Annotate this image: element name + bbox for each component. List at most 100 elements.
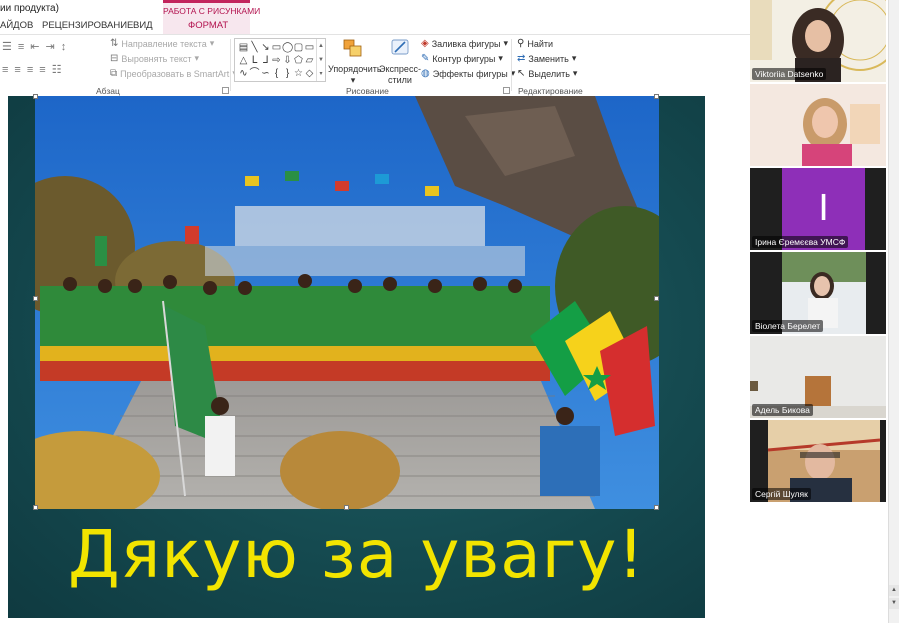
window-title: ии продукта) [0, 3, 59, 14]
quick-styles-icon [391, 39, 409, 55]
tab-format[interactable]: ФОРМАТ [188, 20, 228, 31]
textbox-shape-icon[interactable]: ▤ [238, 41, 249, 54]
shapes-gallery[interactable]: ▤ ╲ ↘ ▭ ◯ ▢ ▭ △ ᒪ ᒧ ⇨ ⇩ ⬠ ▱ ∿ ⌒ ∽ {} ☆ … [234, 38, 326, 82]
tab-view[interactable]: ВИД [133, 20, 153, 31]
participant-tile[interactable]: Віолета Берелет [750, 252, 886, 334]
selection-handle[interactable] [654, 296, 659, 301]
selection-handle[interactable] [654, 505, 659, 510]
participant-tile[interactable]: Viktoriia Datsenko [750, 0, 886, 82]
freeform-shape-icon[interactable]: ⌒ [249, 67, 260, 80]
participant-tile[interactable]: Сергій Шуляк [750, 420, 886, 502]
avatar-letter: I [818, 188, 829, 229]
flowchart-shape-icon[interactable]: ▱ [304, 54, 315, 67]
arrange-icon [343, 39, 362, 57]
brace-right-shape-icon[interactable]: } [282, 67, 293, 80]
bullets-icon[interactable]: ☰ [2, 41, 12, 53]
participants-panel: Viktoriia Datsenko I Ірина Єремєєва УМСФ [750, 0, 899, 623]
scroll-up-icon[interactable]: ▲ [889, 585, 899, 596]
drawing-group-label: Рисование [346, 86, 389, 96]
rectangle-shape-icon[interactable]: ▭ [271, 41, 282, 54]
ribbon: ии продукта) РАБОТА С РИСУНКАМИ АЙДОВ РЕ… [0, 0, 750, 96]
arrow-line-shape-icon[interactable]: ↘ [260, 41, 271, 54]
quick-styles-button[interactable]: Экспресс- стили [379, 38, 421, 86]
align-buttons-row: ≡ ≡ ≡ ≡ ☷ [2, 64, 62, 76]
participant-tile[interactable]: Адель Бикова [750, 336, 886, 418]
columns-icon[interactable]: ☷ [52, 64, 62, 76]
justify-icon[interactable]: ≡ [39, 64, 45, 76]
shapes-grid: ▤ ╲ ↘ ▭ ◯ ▢ ▭ △ ᒪ ᒧ ⇨ ⇩ ⬠ ▱ ∿ ⌒ ∽ {} ☆ … [238, 41, 316, 80]
elbow-shape-icon[interactable]: ᒧ [260, 54, 271, 67]
callout-shape-icon[interactable]: ◇ [304, 67, 315, 80]
numbering-icon[interactable]: ≡ [18, 41, 24, 53]
editing-group-label: Редактирование [518, 86, 583, 96]
right-arrow-shape-icon[interactable]: ⇨ [271, 54, 282, 67]
participant-name: Ірина Єремєєва УМСФ [752, 236, 849, 248]
paragraph-group-label: Абзац [96, 86, 120, 96]
drawing-dialog-launcher[interactable] [503, 87, 510, 94]
replace-button[interactable]: ⇄ Заменить ▾ [517, 53, 576, 64]
cursor-icon: ↖ [517, 68, 526, 79]
text-direction-button[interactable]: ⇅ Направление текста ▾ [110, 38, 214, 49]
align-left-icon[interactable]: ≡ [2, 64, 8, 76]
list-buttons-row: ☰ ≡ ⇤ ⇥ ↕ [2, 41, 66, 53]
scribble-shape-icon[interactable]: ∽ [260, 67, 271, 80]
selection-handle[interactable] [33, 296, 38, 301]
shape-fill-label: Заливка фигуры [431, 38, 501, 49]
triangle-shape-icon[interactable]: △ [238, 54, 249, 67]
thanks-title[interactable]: Дякую за увагу! [8, 516, 705, 593]
selection-handle[interactable] [344, 505, 349, 510]
arrange-button[interactable]: Упорядочить ▾ [328, 38, 382, 86]
rounded-rect-shape-icon[interactable]: ▢ [293, 41, 304, 54]
screen: ии продукта) РАБОТА С РИСУНКАМИ АЙДОВ РЕ… [0, 0, 899, 623]
find-label: Найти [527, 38, 554, 49]
festival-photo-illustration [35, 96, 659, 509]
chevron-down-icon: ▾ [209, 38, 215, 48]
find-button[interactable]: ⚲ Найти [517, 38, 553, 49]
selection-handle[interactable] [654, 94, 659, 99]
shape-outline-button[interactable]: ✎ Контур фигуры ▾ [421, 53, 503, 64]
tab-review[interactable]: РЕЦЕНЗИРОВАНИЕ [42, 20, 133, 31]
line-shape-icon[interactable]: ╲ [249, 41, 260, 54]
more-shape-icon[interactable]: ▭ [304, 41, 315, 54]
slide-area: Дякую за увагу! [0, 94, 750, 623]
replace-label: Заменить [528, 53, 569, 64]
participants-scrollbar[interactable]: ▲ ▼ [888, 0, 899, 623]
star-shape-icon[interactable]: ☆ [293, 67, 304, 80]
slide-photo[interactable] [35, 96, 659, 509]
connector-shape-icon[interactable]: ᒪ [249, 54, 260, 67]
context-group-label: РАБОТА С РИСУНКАМИ [163, 6, 261, 16]
paint-bucket-icon: ◈ [421, 38, 429, 49]
selection-handle[interactable] [33, 505, 38, 510]
brace-left-shape-icon[interactable]: { [271, 67, 282, 80]
align-text-button[interactable]: ⊟ Выровнять текст ▾ [110, 53, 199, 64]
group-separator [230, 39, 231, 91]
line-spacing-icon[interactable]: ↕ [61, 41, 67, 53]
participant-tile[interactable] [750, 84, 886, 166]
effects-icon: ◍ [421, 68, 430, 79]
participant-name: Віолета Берелет [752, 320, 824, 332]
chevron-down-icon: ▾ [350, 75, 356, 85]
decrease-indent-icon[interactable]: ⇤ [30, 41, 39, 53]
tab-slideshow[interactable]: АЙДОВ [0, 20, 33, 31]
shapes-gallery-scroll[interactable]: ▲ ▼ ▾ [316, 39, 325, 81]
align-center-icon[interactable]: ≡ [14, 64, 20, 76]
participant-name: Viktoriia Datsenko [752, 68, 827, 80]
curve-shape-icon[interactable]: ∿ [238, 67, 249, 80]
down-arrow-shape-icon[interactable]: ⇩ [282, 54, 293, 67]
oval-shape-icon[interactable]: ◯ [282, 41, 293, 54]
shape-fill-button[interactable]: ◈ Заливка фигуры ▾ [421, 38, 508, 49]
participant-tile[interactable]: I Ірина Єремєєва УМСФ [750, 168, 886, 250]
shape-effects-button[interactable]: ◍ Эффекты фигуры ▾ [421, 68, 515, 79]
align-right-icon[interactable]: ≡ [27, 64, 33, 76]
selection-handle[interactable] [33, 94, 38, 99]
participant-video [750, 84, 886, 166]
scroll-down-icon[interactable]: ▼ [889, 598, 899, 609]
increase-indent-icon[interactable]: ⇥ [46, 41, 55, 53]
select-button[interactable]: ↖ Выделить ▾ [517, 68, 577, 79]
convert-smartart-button[interactable]: ⧉Преобразовать в SmartArt▾ [110, 68, 237, 79]
ribbon-body: ☰ ≡ ⇤ ⇥ ↕ ≡ ≡ ≡ ≡ ☷ ⇅ Направление текста ▾… [0, 34, 750, 96]
arrange-label: Упорядочить [328, 64, 382, 74]
participant-name: Адель Бикова [752, 404, 813, 416]
paragraph-dialog-launcher[interactable] [222, 87, 229, 94]
pentagon-shape-icon[interactable]: ⬠ [293, 54, 304, 67]
